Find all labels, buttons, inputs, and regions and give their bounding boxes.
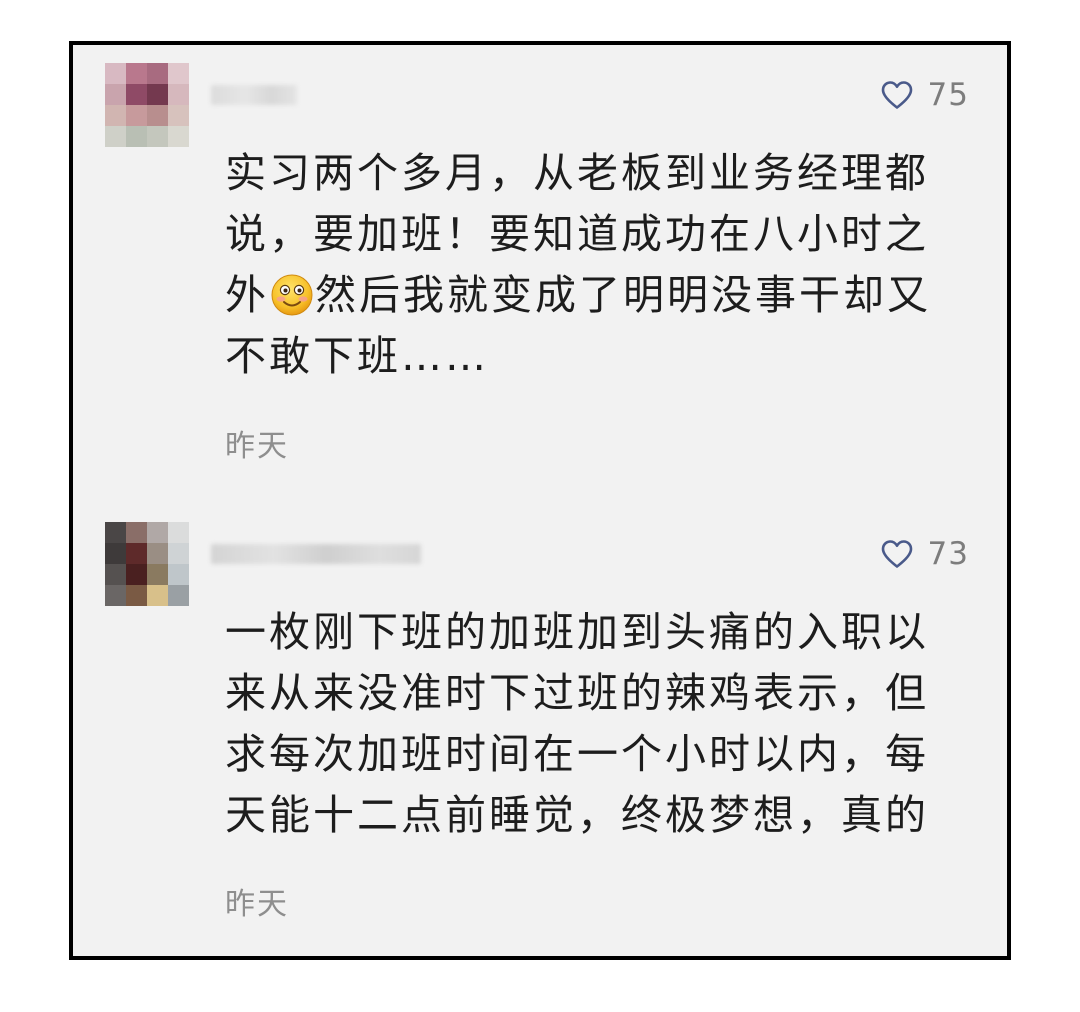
username-redacted[interactable] — [211, 544, 421, 564]
avatar[interactable] — [105, 522, 189, 606]
comment-list: 75 实习两个多月，从老板到业务经理都 说，要加班！要知道成功在八小时之 外 然… — [69, 41, 1011, 960]
like-button[interactable]: 73 — [880, 536, 969, 572]
comment-timestamp: 昨天 — [225, 887, 289, 922]
heart-outline-icon — [881, 81, 912, 109]
comment-text-part: 然后我就变成了明明没事干却又 不敢下班…… — [225, 271, 931, 380]
like-count: 73 — [927, 536, 969, 572]
username-redacted[interactable] — [211, 85, 297, 105]
smiling-face-emoji-icon — [271, 274, 313, 316]
comment-text: 实习两个多月，从老板到业务经理都 说，要加班！要知道成功在八小时之 外 然后我就… — [225, 143, 955, 387]
like-button[interactable]: 75 — [880, 77, 969, 113]
comment-timestamp: 昨天 — [225, 429, 289, 464]
avatar[interactable] — [105, 63, 189, 147]
heart-outline-icon — [881, 540, 912, 568]
like-count: 75 — [927, 77, 969, 113]
comment-text: 一枚刚下班的加班加到头痛的入职以 来从来没准时下过班的辣鸡表示，但 求每次加班时… — [225, 608, 929, 839]
